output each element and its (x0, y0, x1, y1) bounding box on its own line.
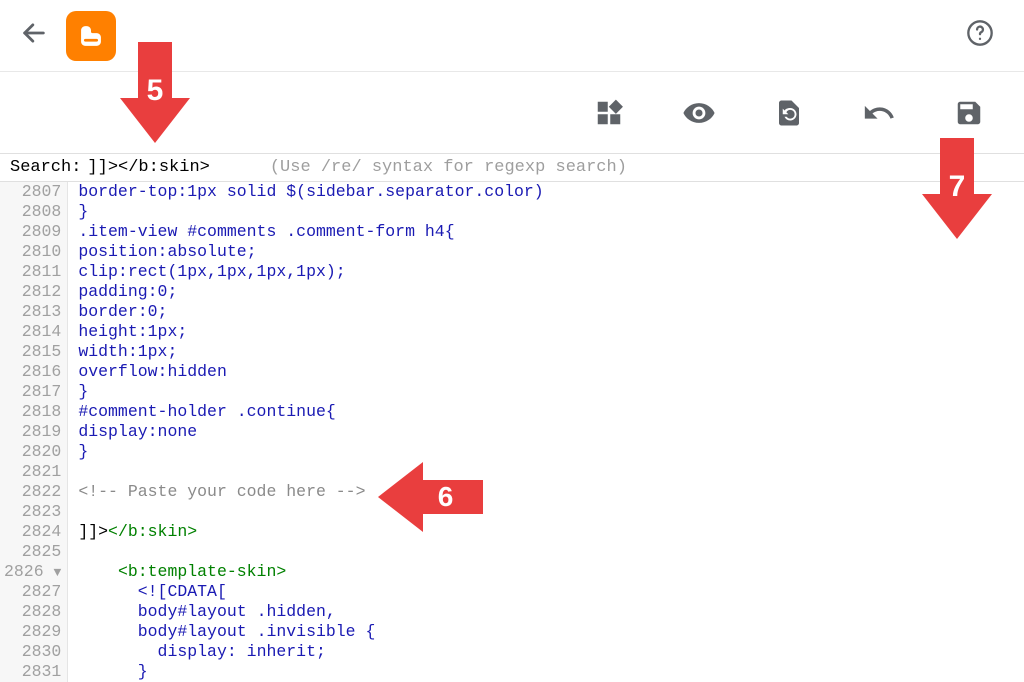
code-line[interactable]: display:none (78, 422, 543, 442)
line-number: 2810 (4, 242, 61, 262)
code-line[interactable] (78, 542, 543, 562)
line-number: 2829 (4, 622, 61, 642)
line-number: 2816 (4, 362, 61, 382)
code-line[interactable]: clip:rect(1px,1px,1px,1px); (78, 262, 543, 282)
code-line[interactable]: <!-- Paste your code here --> (78, 482, 543, 502)
line-number: 2807 (4, 182, 61, 202)
code-line[interactable]: ]]></b:skin> (78, 522, 543, 542)
line-number: 2819 (4, 422, 61, 442)
search-value: ]]></b:skin> (87, 158, 209, 177)
line-number: 2825 (4, 542, 61, 562)
code-line[interactable] (78, 462, 543, 482)
line-number: 2814 (4, 322, 61, 342)
code-content[interactable]: border-top:1px solid $(sidebar.separator… (68, 182, 543, 682)
top-bar (0, 0, 1024, 72)
line-number: 2823 (4, 502, 61, 522)
search-label: Search: (10, 158, 81, 177)
code-line[interactable]: display: inherit; (78, 642, 543, 662)
help-icon[interactable] (966, 19, 994, 52)
code-editor[interactable]: 2807280828092810281128122813281428152816… (0, 182, 1024, 682)
line-number: 2808 (4, 202, 61, 222)
code-line[interactable]: .item-view #comments .comment-form h4{ (78, 222, 543, 242)
search-hint: (Use /re/ syntax for regexp search) (270, 158, 627, 177)
line-number: 2830 (4, 642, 61, 662)
widgets-icon[interactable] (594, 98, 624, 128)
save-icon[interactable] (954, 98, 984, 128)
line-number: 2818 (4, 402, 61, 422)
code-line[interactable]: border:0; (78, 302, 543, 322)
line-number-gutter: 2807280828092810281128122813281428152816… (0, 182, 68, 682)
code-line[interactable]: } (78, 662, 543, 682)
code-line[interactable]: border-top:1px solid $(sidebar.separator… (78, 182, 543, 202)
code-line[interactable]: } (78, 382, 543, 402)
line-number: 2812 (4, 282, 61, 302)
code-line[interactable] (78, 502, 543, 522)
search-bar[interactable]: Search: ]]></b:skin> (Use /re/ syntax fo… (0, 154, 1024, 182)
back-arrow-icon[interactable] (20, 19, 48, 52)
code-line[interactable]: height:1px; (78, 322, 543, 342)
code-line[interactable]: body#layout .invisible { (78, 622, 543, 642)
line-number: 2809 (4, 222, 61, 242)
line-number: 2826 ▼ (4, 562, 61, 582)
code-line[interactable]: <b:template-skin> (78, 562, 543, 582)
line-number: 2815 (4, 342, 61, 362)
line-number: 2824 (4, 522, 61, 542)
editor-toolbar (0, 72, 1024, 154)
restore-icon[interactable] (774, 98, 804, 128)
code-line[interactable]: width:1px; (78, 342, 543, 362)
code-line[interactable]: #comment-holder .continue{ (78, 402, 543, 422)
code-line[interactable]: padding:0; (78, 282, 543, 302)
code-line[interactable]: } (78, 202, 543, 222)
line-number: 2813 (4, 302, 61, 322)
line-number: 2827 (4, 582, 61, 602)
preview-eye-icon[interactable] (682, 96, 716, 130)
line-number: 2828 (4, 602, 61, 622)
line-number: 2820 (4, 442, 61, 462)
code-line[interactable]: overflow:hidden (78, 362, 543, 382)
line-number: 2822 (4, 482, 61, 502)
code-line[interactable]: body#layout .hidden, (78, 602, 543, 622)
code-line[interactable]: position:absolute; (78, 242, 543, 262)
code-line[interactable]: <![CDATA[ (78, 582, 543, 602)
undo-icon[interactable] (862, 96, 896, 130)
line-number: 2817 (4, 382, 61, 402)
code-line[interactable]: } (78, 442, 543, 462)
line-number: 2811 (4, 262, 61, 282)
blogger-logo-icon[interactable] (66, 11, 116, 61)
line-number: 2821 (4, 462, 61, 482)
line-number: 2831 (4, 662, 61, 682)
